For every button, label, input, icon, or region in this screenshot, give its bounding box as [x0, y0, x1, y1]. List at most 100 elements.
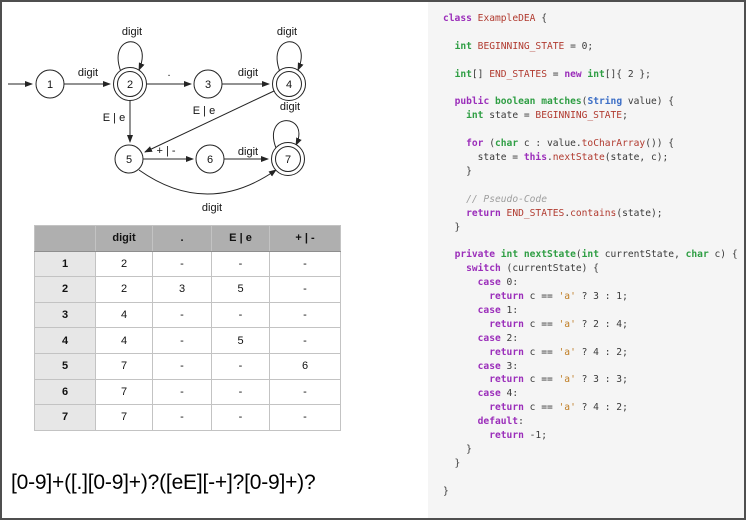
- code-token: [443, 305, 478, 316]
- code-line: public boolean matches(String value) {: [443, 95, 744, 109]
- state-node-7: 7: [272, 143, 305, 176]
- state-label: 2: [127, 79, 133, 91]
- transition-cell: 7: [96, 379, 153, 405]
- code-line: int BEGINNING_STATE = 0;: [443, 40, 744, 54]
- state-header-cell: 1: [35, 251, 96, 277]
- transition-cell: 5: [212, 277, 270, 303]
- code-token: (state);: [616, 208, 662, 219]
- code-line: [443, 54, 744, 68]
- code-token: case: [478, 361, 501, 372]
- state-label: 4: [286, 79, 292, 91]
- state-header-cell: 2: [35, 277, 96, 303]
- code-line: [443, 26, 744, 40]
- code-token: default: [478, 416, 518, 427]
- transition-cell: -: [153, 328, 212, 354]
- code-token: BEGINNING_STATE: [535, 110, 622, 121]
- table-row: 5 7 - - 6: [35, 353, 341, 379]
- code-token: [443, 138, 466, 149]
- transition-cell: 6: [270, 353, 341, 379]
- column-header-dot: .: [153, 226, 212, 252]
- table-row: 3 4 - - -: [35, 302, 341, 328]
- code-line: default:: [443, 415, 744, 429]
- code-token: [443, 402, 489, 413]
- code-line: return c == 'a' ? 4 : 2;: [443, 401, 744, 415]
- code-line: // Pseudo-Code: [443, 193, 744, 207]
- code-token: ? 4 : 2;: [576, 347, 628, 358]
- edge-label: digit: [280, 101, 300, 113]
- corner-header-cell: [35, 226, 96, 252]
- code-token: case: [478, 305, 501, 316]
- edge-label: + | -: [156, 145, 175, 157]
- code-token: 'a': [559, 319, 576, 330]
- code-token: [443, 430, 489, 441]
- code-line: }: [443, 443, 744, 457]
- code-token: matches: [541, 96, 581, 107]
- code-block: class ExampleDEA { int BEGINNING_STATE =…: [443, 12, 744, 499]
- code-token: return: [489, 347, 524, 358]
- code-line: class ExampleDEA {: [443, 12, 744, 26]
- edge-label: E | e: [193, 105, 215, 117]
- code-line: switch (currentState) {: [443, 262, 744, 276]
- code-token: [443, 277, 478, 288]
- code-line: int[] END_STATES = new int[]{ 2 };: [443, 68, 744, 82]
- code-token: END_STATES: [507, 208, 565, 219]
- code-token: (: [483, 138, 495, 149]
- code-token: ()) {: [645, 138, 674, 149]
- state-header-cell: 5: [35, 353, 96, 379]
- code-token: [443, 263, 466, 274]
- edge-label: digit: [238, 146, 258, 158]
- edge-label: E | e: [103, 112, 125, 124]
- code-panel: class ExampleDEA { int BEGINNING_STATE =…: [428, 2, 744, 518]
- code-token: state =: [443, 152, 524, 163]
- state-header-cell: 6: [35, 379, 96, 405]
- code-token: String: [587, 96, 622, 107]
- state-header-cell: 3: [35, 302, 96, 328]
- edge-label: digit: [202, 202, 222, 214]
- code-token: toCharArray: [582, 138, 646, 149]
- column-header-digit: digit: [96, 226, 153, 252]
- edge-label: digit: [122, 26, 142, 38]
- code-line: private int nextState(int currentState, …: [443, 248, 744, 262]
- code-token: =: [547, 69, 564, 80]
- transition-cell: -: [212, 379, 270, 405]
- column-header-e: E | e: [212, 226, 270, 252]
- code-token: []{ 2 };: [605, 69, 651, 80]
- state-node-3: 3: [194, 70, 222, 98]
- transition-cell: -: [270, 328, 341, 354]
- code-token: [443, 333, 478, 344]
- code-line: }: [443, 165, 744, 179]
- column-header-sign: + | -: [270, 226, 341, 252]
- code-token: [443, 41, 455, 52]
- code-token: }: [443, 444, 472, 455]
- code-token: c ==: [524, 374, 559, 385]
- edge-label: .: [167, 67, 170, 79]
- transition-cell: 2: [96, 251, 153, 277]
- transition-arc-5-7: [139, 170, 276, 194]
- transition-cell: -: [270, 302, 341, 328]
- code-token: return: [489, 319, 524, 330]
- code-token: return: [466, 208, 501, 219]
- code-token: [443, 388, 478, 399]
- code-line: case 4:: [443, 387, 744, 401]
- transition-cell: 4: [96, 302, 153, 328]
- code-line: [443, 123, 744, 137]
- edge-label: digit: [277, 26, 297, 38]
- transition-cell: -: [212, 405, 270, 431]
- code-token: currentState,: [599, 249, 686, 260]
- edge-label: digit: [78, 67, 98, 79]
- code-token: return: [489, 430, 524, 441]
- code-token: ? 3 : 3;: [576, 374, 628, 385]
- code-token: (currentState) {: [501, 263, 599, 274]
- state-label: 7: [285, 154, 291, 166]
- code-token: value) {: [622, 96, 674, 107]
- code-line: state = this.nextState(state, c);: [443, 151, 744, 165]
- code-token: case: [478, 277, 501, 288]
- edge-label: digit: [238, 67, 258, 79]
- code-token: int: [466, 110, 483, 121]
- transition-cell: -: [153, 302, 212, 328]
- table-row: 7 7 - - -: [35, 405, 341, 431]
- code-token: [443, 110, 466, 121]
- code-line: return c == 'a' ? 2 : 4;: [443, 318, 744, 332]
- table-row: 2 2 3 5 -: [35, 277, 341, 303]
- code-token: [443, 69, 455, 80]
